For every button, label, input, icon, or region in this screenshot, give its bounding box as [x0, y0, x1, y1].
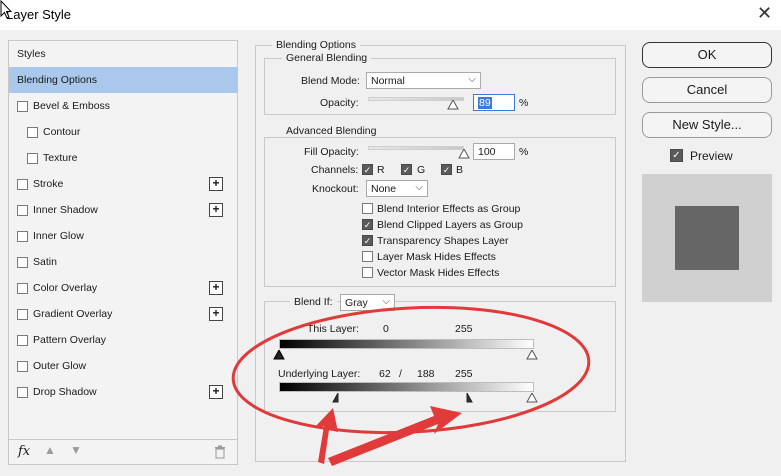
- annotation-arrow-right: [328, 406, 462, 466]
- annotation-ellipse: [231, 305, 591, 435]
- annotation-overlay: [231, 305, 591, 466]
